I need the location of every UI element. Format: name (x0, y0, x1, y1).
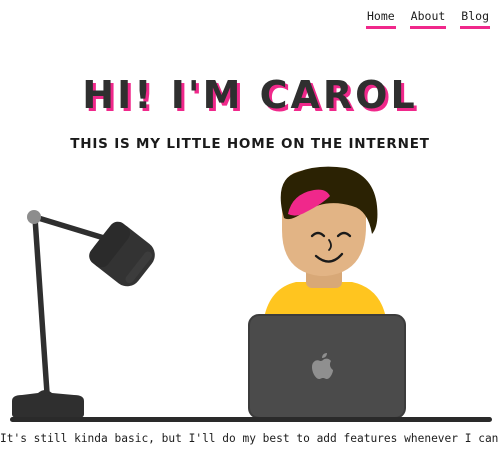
page-title: Hi! I'm Carol (82, 73, 418, 117)
nav-link-about[interactable]: About (409, 9, 447, 29)
footer-message-text: It's still kinda basic, but I'll do my b… (0, 432, 499, 445)
desk-lamp (12, 210, 155, 418)
hero-illustration (10, 166, 492, 422)
person-avatar (264, 166, 386, 318)
top-navigation: Home About Blog (365, 9, 490, 29)
nav-link-home[interactable]: Home (365, 9, 396, 29)
footer-message: It's still kinda basic, but I'll do my b… (0, 431, 500, 447)
desk-surface (10, 417, 492, 422)
page-subtitle: This is my little home on the internet (70, 136, 430, 152)
nav-link-blog[interactable]: Blog (460, 9, 490, 29)
laptop (248, 314, 406, 419)
